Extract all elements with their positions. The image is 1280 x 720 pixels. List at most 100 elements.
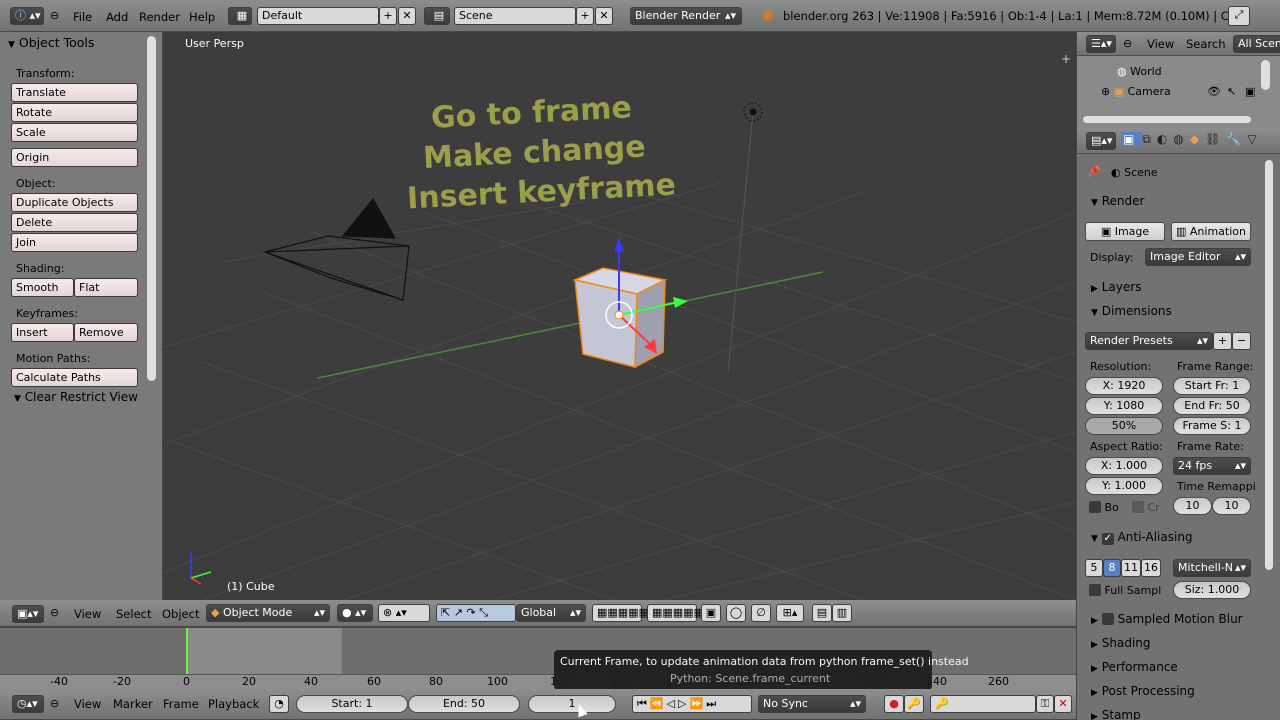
smooth-button[interactable]: Smooth bbox=[11, 278, 74, 297]
remap-old-field[interactable]: 10 bbox=[1173, 497, 1212, 515]
shading-panel-header[interactable]: ▶ Shading bbox=[1091, 636, 1151, 650]
add-scene-button[interactable]: + bbox=[576, 7, 594, 25]
menu-object[interactable]: Object bbox=[162, 607, 199, 621]
modifiers-tab-icon[interactable]: 🔧 bbox=[1226, 132, 1247, 146]
render-panel-header[interactable]: ▼ Render bbox=[1091, 194, 1144, 208]
render-presets-select[interactable]: Render Presets ▴▾ bbox=[1085, 332, 1213, 350]
screen-layout-icon[interactable]: ▦ bbox=[228, 7, 252, 25]
collapse-menu-icon[interactable]: ⊖ bbox=[1123, 37, 1132, 50]
menu-view[interactable]: View bbox=[74, 607, 101, 621]
properties-scrollbar[interactable] bbox=[1265, 160, 1273, 570]
render-animation-icon[interactable]: ▥ bbox=[832, 604, 852, 622]
menu-render[interactable]: Render bbox=[139, 10, 180, 24]
object-tab-icon[interactable]: ◆ bbox=[1190, 132, 1205, 146]
editor-type-info-button[interactable]: ⓘ ▴▾ bbox=[10, 7, 44, 25]
editor-type-outliner-button[interactable]: ☰▴▾ bbox=[1086, 35, 1116, 53]
pivot-select[interactable]: ⊗ ▴▾ bbox=[378, 604, 430, 622]
outliner-scrollbar[interactable] bbox=[1261, 60, 1270, 90]
scene-tab-icon[interactable]: ◐ bbox=[1157, 132, 1173, 146]
editor-type-timeline-button[interactable]: ◷▴▾ bbox=[12, 695, 44, 713]
outliner-filter-select[interactable]: All Scen bbox=[1233, 35, 1280, 53]
outliner-item-world[interactable]: ◍ World bbox=[1117, 65, 1162, 78]
insert-keyframe-icon[interactable]: ⚿ bbox=[1036, 695, 1054, 713]
menu-view[interactable]: View bbox=[74, 697, 101, 711]
render-icon[interactable]: ▤ bbox=[812, 604, 832, 622]
stamp-panel-header[interactable]: ▶ Stamp bbox=[1091, 708, 1141, 720]
screen-layout-field[interactable]: Default bbox=[257, 7, 379, 25]
origin-button[interactable]: Origin bbox=[11, 148, 138, 167]
resolution-y-field[interactable]: Y: 1080 bbox=[1085, 397, 1163, 415]
menu-add[interactable]: Add bbox=[106, 10, 128, 24]
editor-type-properties-button[interactable]: ▤▴▾ bbox=[1086, 132, 1116, 150]
remove-keyframe-button[interactable]: Remove bbox=[74, 323, 138, 342]
insert-keyframe-button[interactable]: Insert bbox=[11, 323, 74, 342]
aa-filter-select[interactable]: Mitchell-N ▴▾ bbox=[1173, 559, 1251, 577]
layers-grid-1[interactable]: ▦▦▦▦▦ bbox=[592, 604, 649, 622]
3d-viewport[interactable]: User Persp + (1) Cube Go to frame Make c… bbox=[163, 32, 1076, 600]
menu-marker[interactable]: Marker bbox=[113, 697, 153, 711]
record-button[interactable]: ● bbox=[884, 695, 904, 713]
end-frame-prop-field[interactable]: End Fr: 50 bbox=[1173, 397, 1251, 415]
scale-button[interactable]: Scale bbox=[11, 123, 138, 142]
aa-samples-5[interactable]: 5 bbox=[1085, 559, 1103, 577]
border-checkbox[interactable]: Bo bbox=[1089, 501, 1119, 514]
add-layout-button[interactable]: + bbox=[379, 7, 397, 25]
orientation-select[interactable]: Global ▴▾ bbox=[516, 604, 586, 622]
remove-scene-button[interactable]: ✕ bbox=[595, 7, 613, 25]
crop-checkbox[interactable]: Cr bbox=[1132, 501, 1160, 514]
render-tab-icon[interactable]: ▣ bbox=[1121, 132, 1143, 146]
keying-set-select[interactable]: 🔑 bbox=[930, 695, 1036, 713]
current-frame-field[interactable]: 1 bbox=[528, 695, 616, 713]
menu-playback[interactable]: Playback bbox=[208, 697, 259, 711]
delete-keyframe-icon[interactable]: ✕ bbox=[1054, 695, 1072, 713]
outliner-item-camera[interactable]: ⊕ ▣ Camera bbox=[1101, 85, 1171, 98]
calculate-paths-button[interactable]: Calculate Paths bbox=[11, 368, 138, 387]
select-arrow-icon[interactable]: ↖ bbox=[1227, 85, 1236, 98]
fullscreen-button[interactable]: ⤢ bbox=[1228, 6, 1250, 26]
menu-file[interactable]: File bbox=[73, 10, 92, 24]
outliner-hscrollbar[interactable] bbox=[1083, 116, 1251, 123]
pin-icon[interactable]: 📌 bbox=[1087, 165, 1101, 178]
preview-range-toggle[interactable]: ◔ bbox=[269, 695, 289, 713]
anti-aliasing-panel-header[interactable]: ▼ ✓ Anti-Aliasing bbox=[1091, 530, 1193, 545]
remove-layout-button[interactable]: ✕ bbox=[398, 7, 416, 25]
frame-rate-select[interactable]: 24 fps ▴▾ bbox=[1173, 457, 1251, 475]
performance-panel-header[interactable]: ▶ Performance bbox=[1091, 660, 1178, 674]
scene-icon[interactable]: ▤ bbox=[424, 7, 450, 25]
tool-shelf-header[interactable]: ▼ Object Tools bbox=[8, 35, 94, 50]
resolution-x-field[interactable]: X: 1920 bbox=[1085, 377, 1163, 395]
aa-samples-8[interactable]: 8 bbox=[1103, 559, 1121, 577]
flat-button[interactable]: Flat bbox=[74, 278, 138, 297]
collapse-menu-icon[interactable]: ⊖ bbox=[50, 697, 59, 710]
sync-mode-select[interactable]: No Sync ▴▾ bbox=[758, 695, 866, 713]
aspect-x-field[interactable]: X: 1.000 bbox=[1085, 457, 1163, 475]
render-animation-button[interactable]: ▥ Animation bbox=[1171, 222, 1251, 241]
rotate-button[interactable]: Rotate bbox=[11, 103, 138, 122]
menu-view[interactable]: View bbox=[1147, 37, 1174, 51]
proportional-edit-icon[interactable]: ◯ bbox=[726, 604, 746, 622]
clear-restrict-view-header[interactable]: ▼ Clear Restrict View bbox=[14, 390, 138, 404]
playback-controls[interactable]: ⏮⏪◁▷⏩⏭ bbox=[632, 695, 752, 713]
anti-aliasing-checkbox[interactable]: ✓ bbox=[1101, 533, 1114, 545]
visibility-eye-icon[interactable]: 👁 bbox=[1207, 85, 1221, 98]
tool-shelf-scrollbar[interactable] bbox=[147, 36, 156, 381]
aa-samples-11[interactable]: 11 bbox=[1121, 559, 1141, 577]
collapse-menu-icon[interactable]: ⊖ bbox=[50, 606, 59, 619]
data-tab-icon[interactable]: ▽ bbox=[1247, 132, 1262, 146]
join-button[interactable]: Join bbox=[11, 233, 138, 252]
menu-search[interactable]: Search bbox=[1186, 37, 1226, 51]
current-frame-line[interactable] bbox=[186, 628, 188, 676]
delete-button[interactable]: Delete bbox=[11, 213, 138, 232]
aspect-y-field[interactable]: Y: 1.000 bbox=[1085, 477, 1163, 495]
keying-set-icon[interactable]: 🔑 bbox=[904, 695, 924, 713]
dimensions-panel-header[interactable]: ▼ Dimensions bbox=[1091, 304, 1172, 318]
add-preset-button[interactable]: + bbox=[1213, 332, 1232, 350]
start-frame-prop-field[interactable]: Start Fr: 1 bbox=[1173, 377, 1251, 395]
remap-new-field[interactable]: 10 bbox=[1212, 497, 1251, 515]
sampled-motion-blur-panel-header[interactable]: ▶ Sampled Motion Blur bbox=[1091, 612, 1243, 626]
scene-field[interactable]: Scene bbox=[454, 7, 576, 25]
editor-type-3d-button[interactable]: ▣▴▾ bbox=[12, 605, 44, 623]
add-region-plus-icon[interactable]: + bbox=[1061, 52, 1071, 66]
menu-help[interactable]: Help bbox=[189, 10, 215, 24]
aa-samples-16[interactable]: 16 bbox=[1141, 559, 1161, 577]
